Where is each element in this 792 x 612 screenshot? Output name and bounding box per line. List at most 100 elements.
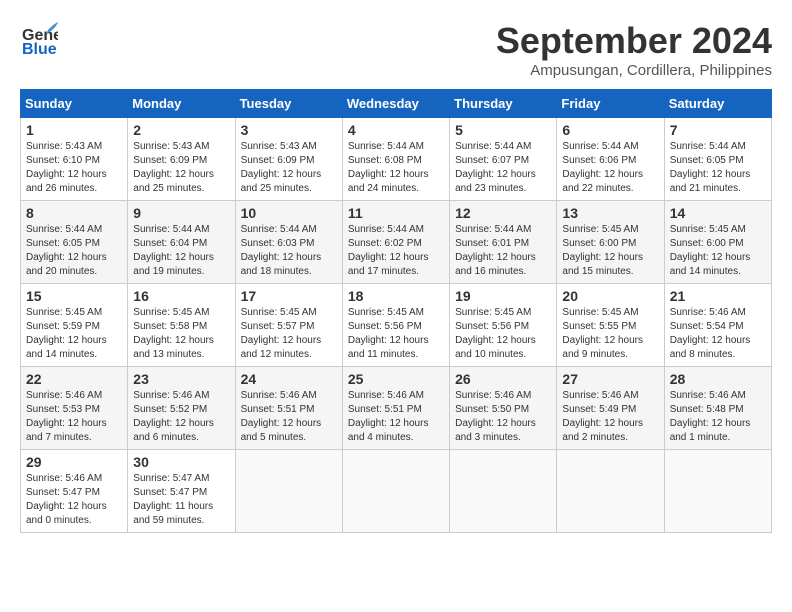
day-info: Sunrise: 5:43 AM Sunset: 6:10 PM Dayligh… (26, 140, 122, 196)
day-info: Sunrise: 5:44 AM Sunset: 6:05 PM Dayligh… (26, 223, 122, 279)
day-number: 23 (133, 371, 229, 387)
day-number: 5 (455, 122, 551, 138)
day-info: Sunrise: 5:44 AM Sunset: 6:03 PM Dayligh… (241, 223, 337, 279)
calendar-cell: 29Sunrise: 5:46 AM Sunset: 5:47 PM Dayli… (21, 450, 128, 533)
day-number: 6 (562, 122, 658, 138)
day-info: Sunrise: 5:43 AM Sunset: 6:09 PM Dayligh… (133, 140, 229, 196)
day-info: Sunrise: 5:45 AM Sunset: 6:00 PM Dayligh… (562, 223, 658, 279)
day-number: 10 (241, 205, 337, 221)
day-info: Sunrise: 5:46 AM Sunset: 5:52 PM Dayligh… (133, 389, 229, 445)
day-number: 24 (241, 371, 337, 387)
day-info: Sunrise: 5:46 AM Sunset: 5:50 PM Dayligh… (455, 389, 551, 445)
day-number: 3 (241, 122, 337, 138)
day-number: 15 (26, 288, 122, 304)
calendar-cell: 22Sunrise: 5:46 AM Sunset: 5:53 PM Dayli… (21, 367, 128, 450)
day-number: 17 (241, 288, 337, 304)
day-number: 30 (133, 454, 229, 470)
calendar-cell (450, 450, 557, 533)
calendar-cell: 14Sunrise: 5:45 AM Sunset: 6:00 PM Dayli… (664, 201, 771, 284)
day-number: 1 (26, 122, 122, 138)
title-area: September 2024 Ampusungan, Cordillera, P… (496, 20, 772, 79)
calendar-subtitle: Ampusungan, Cordillera, Philippines (496, 62, 772, 79)
calendar-cell: 13 Sunrise: 5:45 AM Sunset: 6:00 PM Dayli… (557, 201, 664, 284)
calendar-cell: 18Sunrise: 5:45 AM Sunset: 5:56 PM Dayli… (342, 284, 449, 367)
calendar-cell: 8Sunrise: 5:44 AM Sunset: 6:05 PM Daylig… (21, 201, 128, 284)
day-info: Sunrise: 5:47 AM Sunset: 5:47 PM Dayligh… (133, 472, 229, 528)
calendar-cell: 1 Sunrise: 5:43 AM Sunset: 6:10 PM Daylig… (21, 118, 128, 201)
col-monday: Monday (128, 90, 235, 118)
day-info: Sunrise: 5:44 AM Sunset: 6:06 PM Dayligh… (562, 140, 658, 196)
day-number: 13 (562, 205, 658, 221)
calendar-cell: 26 Sunrise: 5:46 AM Sunset: 5:50 PM Dayli… (450, 367, 557, 450)
calendar-cell (664, 450, 771, 533)
calendar-week-3: 15 Sunrise: 5:45 AM Sunset: 5:59 PM Dayli… (21, 284, 772, 367)
logo-icon: General Blue (20, 20, 58, 63)
day-number: 27 (562, 371, 658, 387)
calendar-title: September 2024 (496, 20, 772, 62)
calendar-cell: 3 Sunrise: 5:43 AM Sunset: 6:09 PM Daylig… (235, 118, 342, 201)
calendar-cell: 20 Sunrise: 5:45 AM Sunset: 5:55 PM Dayli… (557, 284, 664, 367)
calendar-cell: 19 Sunrise: 5:45 AM Sunset: 5:56 PM Dayli… (450, 284, 557, 367)
day-number: 20 (562, 288, 658, 304)
day-info: Sunrise: 5:45 AM Sunset: 6:00 PM Dayligh… (670, 223, 766, 279)
col-friday: Friday (557, 90, 664, 118)
calendar-cell (557, 450, 664, 533)
day-info: Sunrise: 5:44 AM Sunset: 6:07 PM Dayligh… (455, 140, 551, 196)
day-number: 18 (348, 288, 444, 304)
svg-text:Blue: Blue (22, 41, 57, 58)
calendar-cell: 30 Sunrise: 5:47 AM Sunset: 5:47 PM Dayli… (128, 450, 235, 533)
day-info: Sunrise: 5:44 AM Sunset: 6:05 PM Dayligh… (670, 140, 766, 196)
calendar-cell: 9Sunrise: 5:44 AM Sunset: 6:04 PM Daylig… (128, 201, 235, 284)
calendar-cell: 28Sunrise: 5:46 AM Sunset: 5:48 PM Dayli… (664, 367, 771, 450)
day-info: Sunrise: 5:45 AM Sunset: 5:57 PM Dayligh… (241, 306, 337, 362)
calendar-cell: 4 Sunrise: 5:44 AM Sunset: 6:08 PM Daylig… (342, 118, 449, 201)
calendar-week-1: 1 Sunrise: 5:43 AM Sunset: 6:10 PM Daylig… (21, 118, 772, 201)
calendar-cell: 7 Sunrise: 5:44 AM Sunset: 6:05 PM Daylig… (664, 118, 771, 201)
calendar-week-2: 8Sunrise: 5:44 AM Sunset: 6:05 PM Daylig… (21, 201, 772, 284)
day-number: 28 (670, 371, 766, 387)
calendar-cell: 15 Sunrise: 5:45 AM Sunset: 5:59 PM Dayli… (21, 284, 128, 367)
calendar-cell: 2 Sunrise: 5:43 AM Sunset: 6:09 PM Daylig… (128, 118, 235, 201)
day-info: Sunrise: 5:45 AM Sunset: 5:56 PM Dayligh… (455, 306, 551, 362)
logo: General Blue (20, 20, 58, 63)
day-number: 4 (348, 122, 444, 138)
day-info: Sunrise: 5:45 AM Sunset: 5:55 PM Dayligh… (562, 306, 658, 362)
calendar-cell: 23 Sunrise: 5:46 AM Sunset: 5:52 PM Dayli… (128, 367, 235, 450)
day-info: Sunrise: 5:46 AM Sunset: 5:51 PM Dayligh… (348, 389, 444, 445)
calendar-week-5: 29Sunrise: 5:46 AM Sunset: 5:47 PM Dayli… (21, 450, 772, 533)
col-sunday: Sunday (21, 90, 128, 118)
day-number: 11 (348, 205, 444, 221)
day-number: 26 (455, 371, 551, 387)
calendar-cell (342, 450, 449, 533)
calendar-cell: 5 Sunrise: 5:44 AM Sunset: 6:07 PM Daylig… (450, 118, 557, 201)
day-info: Sunrise: 5:44 AM Sunset: 6:02 PM Dayligh… (348, 223, 444, 279)
day-number: 9 (133, 205, 229, 221)
calendar-cell: 21Sunrise: 5:46 AM Sunset: 5:54 PM Dayli… (664, 284, 771, 367)
day-info: Sunrise: 5:46 AM Sunset: 5:51 PM Dayligh… (241, 389, 337, 445)
day-info: Sunrise: 5:45 AM Sunset: 5:58 PM Dayligh… (133, 306, 229, 362)
calendar-cell: 6 Sunrise: 5:44 AM Sunset: 6:06 PM Daylig… (557, 118, 664, 201)
col-wednesday: Wednesday (342, 90, 449, 118)
day-info: Sunrise: 5:43 AM Sunset: 6:09 PM Dayligh… (241, 140, 337, 196)
day-number: 21 (670, 288, 766, 304)
day-number: 25 (348, 371, 444, 387)
day-info: Sunrise: 5:45 AM Sunset: 5:59 PM Dayligh… (26, 306, 122, 362)
day-number: 19 (455, 288, 551, 304)
day-info: Sunrise: 5:46 AM Sunset: 5:49 PM Dayligh… (562, 389, 658, 445)
day-number: 2 (133, 122, 229, 138)
calendar-cell: 27 Sunrise: 5:46 AM Sunset: 5:49 PM Dayli… (557, 367, 664, 450)
calendar-table: Sunday Monday Tuesday Wednesday Thursday… (20, 89, 772, 533)
day-number: 29 (26, 454, 122, 470)
calendar-cell: 10 Sunrise: 5:44 AM Sunset: 6:03 PM Dayli… (235, 201, 342, 284)
col-saturday: Saturday (664, 90, 771, 118)
calendar-cell: 12Sunrise: 5:44 AM Sunset: 6:01 PM Dayli… (450, 201, 557, 284)
header-row: Sunday Monday Tuesday Wednesday Thursday… (21, 90, 772, 118)
calendar-week-4: 22Sunrise: 5:46 AM Sunset: 5:53 PM Dayli… (21, 367, 772, 450)
calendar-cell (235, 450, 342, 533)
day-info: Sunrise: 5:44 AM Sunset: 6:08 PM Dayligh… (348, 140, 444, 196)
calendar-cell: 25 Sunrise: 5:46 AM Sunset: 5:51 PM Dayli… (342, 367, 449, 450)
page-header: General Blue September 2024 Ampusungan, … (20, 20, 772, 79)
day-number: 7 (670, 122, 766, 138)
calendar-cell: 17 Sunrise: 5:45 AM Sunset: 5:57 PM Dayli… (235, 284, 342, 367)
day-info: Sunrise: 5:46 AM Sunset: 5:53 PM Dayligh… (26, 389, 122, 445)
